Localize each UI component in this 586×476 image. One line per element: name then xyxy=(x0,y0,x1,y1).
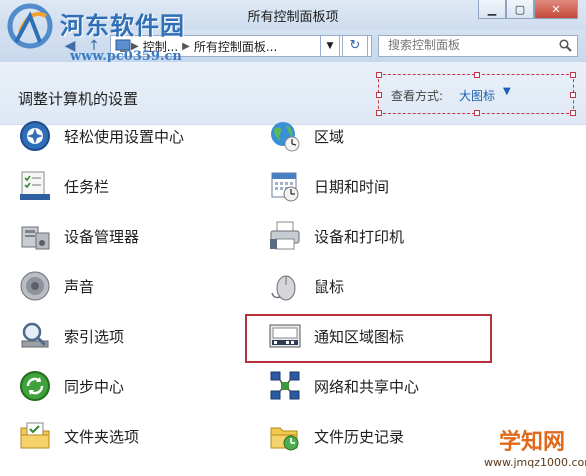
item-file-history[interactable]: 文件历史记录 xyxy=(268,416,404,456)
speaker-icon xyxy=(20,271,50,301)
ease-of-access-icon xyxy=(20,121,50,151)
page-title: 调整计算机的设置 xyxy=(18,90,139,108)
printer-icon xyxy=(270,221,300,250)
refresh-icon: ↻ xyxy=(349,38,361,53)
close-icon: ✕ xyxy=(551,2,561,16)
item-label: 设备管理器 xyxy=(64,227,140,246)
item-sync-center[interactable]: 同步中心 xyxy=(18,366,124,406)
selection-handle xyxy=(474,72,480,78)
item-mouse[interactable]: 鼠标 xyxy=(268,266,344,306)
item-label: 鼠标 xyxy=(314,277,345,296)
item-network-sharing[interactable]: 网络和共享中心 xyxy=(268,366,419,406)
breadcrumb-all-items[interactable]: 所有控制面板... xyxy=(190,38,281,55)
address-dropdown-button[interactable]: ▼ xyxy=(320,35,340,57)
date-time-icon xyxy=(271,172,299,202)
item-ease-of-access[interactable]: 轻松使用设置中心 xyxy=(18,116,184,156)
region-globe-icon xyxy=(271,122,300,152)
highlight-box xyxy=(245,314,492,363)
window-controls: ▁ ▢ ✕ xyxy=(478,0,578,19)
minimize-icon: ▁ xyxy=(487,2,497,16)
breadcrumb-separator-icon: ▶ xyxy=(182,40,190,52)
item-label: 声音 xyxy=(64,277,95,296)
selection-handle xyxy=(376,92,382,98)
view-by-value[interactable]: 大图标 xyxy=(459,87,495,104)
item-label: 索引选项 xyxy=(64,327,125,346)
search-box[interactable] xyxy=(378,35,578,57)
indexing-icon xyxy=(21,322,49,348)
item-devices-printers[interactable]: 设备和打印机 xyxy=(268,216,404,256)
control-panel-items: 轻松使用设置中心 区域 任务栏 日期和时间 设备管理器 设备和打印机 声音 鼠标… xyxy=(0,121,586,476)
site-brand-name: 学知网 xyxy=(498,430,565,455)
item-taskbar[interactable]: 任务栏 xyxy=(18,166,109,206)
item-label: 文件夹选项 xyxy=(64,427,140,446)
selection-handle xyxy=(474,110,480,116)
file-history-icon xyxy=(270,427,299,451)
chevron-down-icon: ▼ xyxy=(326,41,334,51)
item-label: 区域 xyxy=(314,127,345,146)
selection-handle xyxy=(570,110,576,116)
search-input[interactable] xyxy=(379,36,556,54)
search-icon xyxy=(559,39,572,52)
chevron-down-icon: ▼ xyxy=(503,86,511,97)
item-indexing-options[interactable]: 索引选项 xyxy=(18,316,124,356)
item-region[interactable]: 区域 xyxy=(268,116,344,156)
site-branding: 学知网 www.jmqz1000.com xyxy=(484,430,586,474)
network-icon xyxy=(270,371,300,400)
folder-options-icon xyxy=(20,422,50,449)
item-date-time[interactable]: 日期和时间 xyxy=(268,166,389,206)
site-brand-url: www.jmqz1000.com xyxy=(484,456,586,469)
watermark-brand: 河东软件园 xyxy=(60,11,185,40)
selection-handle xyxy=(570,72,576,78)
item-label: 文件历史记录 xyxy=(314,427,405,446)
item-label: 网络和共享中心 xyxy=(314,377,420,396)
taskbar-icon xyxy=(20,171,50,200)
item-label: 任务栏 xyxy=(64,177,110,196)
selection-handle xyxy=(570,92,576,98)
selection-handle xyxy=(376,110,382,116)
item-label: 日期和时间 xyxy=(314,177,390,196)
item-label: 轻松使用设置中心 xyxy=(64,127,185,146)
maximize-button[interactable]: ▢ xyxy=(506,0,534,19)
minimize-button[interactable]: ▁ xyxy=(478,0,506,19)
item-label: 同步中心 xyxy=(64,377,125,396)
maximize-icon: ▢ xyxy=(514,2,526,16)
item-device-manager[interactable]: 设备管理器 xyxy=(18,216,139,256)
sync-center-icon xyxy=(20,371,50,401)
view-by-label: 查看方式: xyxy=(391,89,444,103)
item-folder-options[interactable]: 文件夹选项 xyxy=(18,416,139,456)
close-button[interactable]: ✕ xyxy=(534,0,578,19)
device-manager-icon xyxy=(21,226,50,250)
item-label: 设备和打印机 xyxy=(314,227,405,246)
watermark-logo-icon xyxy=(7,3,53,49)
item-sound[interactable]: 声音 xyxy=(18,266,94,306)
selection-handle xyxy=(376,72,382,78)
view-by-selector[interactable]: 查看方式: 大图标 ▼ xyxy=(376,72,576,116)
mouse-icon xyxy=(271,275,296,301)
refresh-button[interactable]: ↻ xyxy=(342,35,368,57)
